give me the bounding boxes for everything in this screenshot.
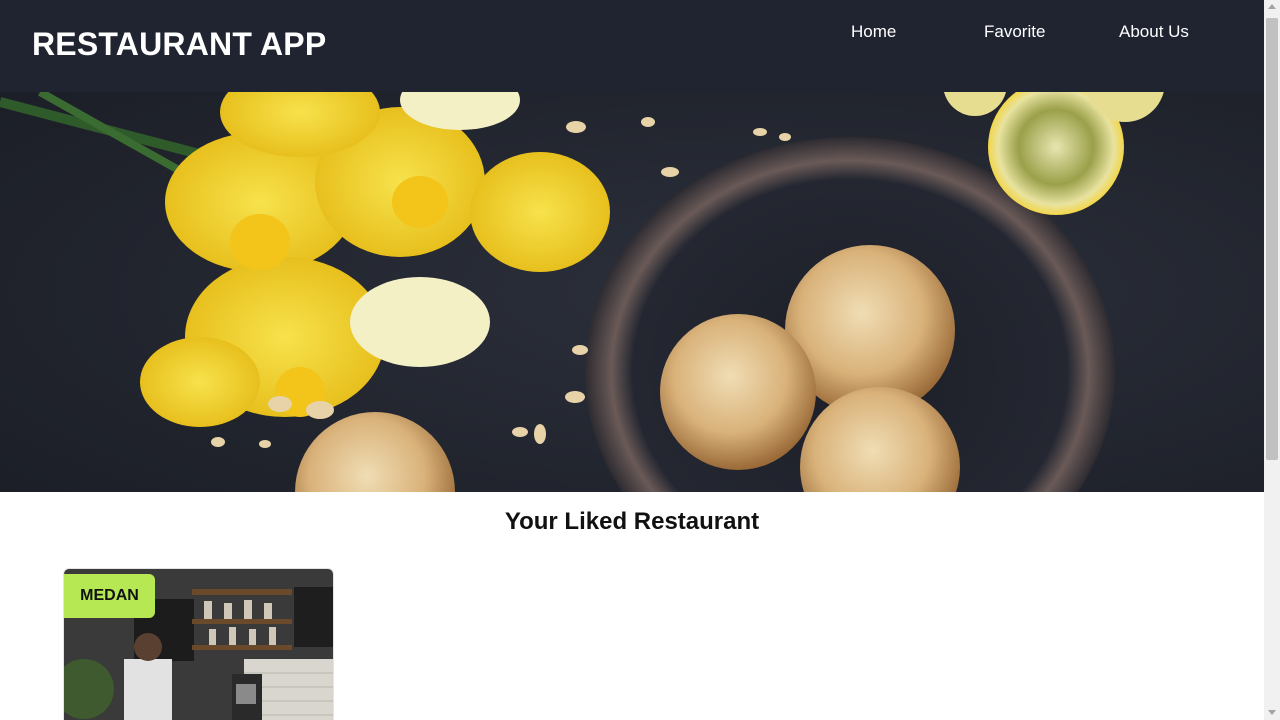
page: RESTAURANT APP Home Favorite About Us Yo… <box>0 0 1264 720</box>
city-badge: MEDAN <box>64 574 155 618</box>
hero-image <box>0 92 1264 492</box>
nav-favorite[interactable]: Favorite <box>984 22 1045 46</box>
scroll-down-arrow-icon[interactable] <box>1268 710 1276 715</box>
scrollbar-thumb[interactable] <box>1266 18 1278 460</box>
app-bar: RESTAURANT APP <box>0 0 1264 92</box>
nav-home[interactable]: Home <box>851 22 896 46</box>
nav-about-us[interactable]: About Us <box>1119 22 1189 46</box>
scroll-up-arrow-icon[interactable] <box>1268 4 1276 9</box>
app-title[interactable]: RESTAURANT APP <box>32 26 326 63</box>
hero-food-photo-icon <box>0 92 1264 492</box>
section-title: Your Liked Restaurant <box>504 508 760 535</box>
